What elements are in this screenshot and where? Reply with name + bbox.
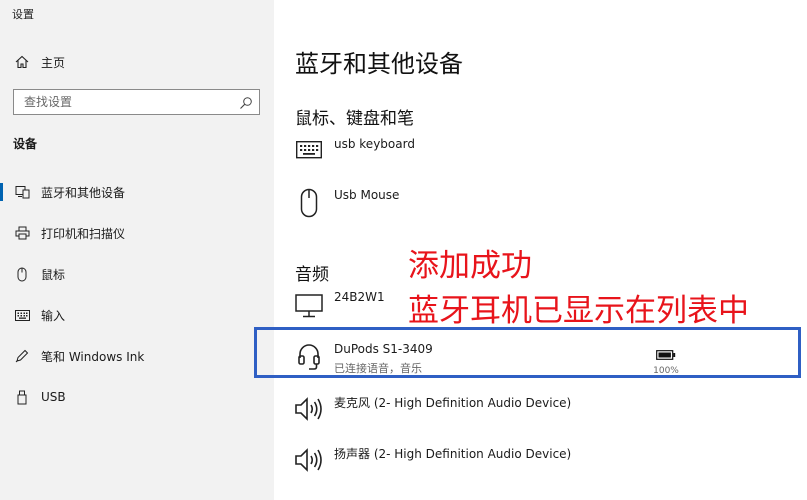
device-item-keyboard[interactable]: usb keyboard — [294, 137, 794, 177]
window-title: 设置 — [12, 8, 34, 21]
sidebar: 设置 主页 设备 蓝牙和其他设备 打印机和扫描仪 鼠标 — [0, 0, 274, 500]
speaker-icon — [294, 445, 324, 479]
selected-indicator — [0, 183, 3, 201]
home-icon — [14, 54, 30, 70]
main-content: 蓝牙和其他设备 鼠标、键盘和笔 usb keyboard Usb Mouse 音… — [274, 0, 807, 500]
sidebar-item-pen[interactable]: 笔和 Windows Ink — [0, 341, 274, 371]
sidebar-item-label: 鼠标 — [41, 267, 66, 282]
sidebar-item-input[interactable]: 输入 — [0, 300, 274, 330]
sidebar-item-bluetooth[interactable]: 蓝牙和其他设备 — [0, 177, 274, 207]
sidebar-item-label: 输入 — [41, 308, 66, 323]
sidebar-item-mouse[interactable]: 鼠标 — [0, 259, 274, 289]
usb-icon — [14, 389, 30, 405]
device-item-microphone[interactable]: 麦克风 (2- High Definition Audio Device) — [294, 394, 794, 434]
device-name: 麦克风 (2- High Definition Audio Device) — [334, 396, 572, 410]
annotation-note: 蓝牙耳机已显示在列表中 — [408, 293, 749, 329]
sidebar-item-label: 蓝牙和其他设备 — [41, 185, 126, 200]
keyboard-icon — [294, 137, 324, 171]
page-title: 蓝牙和其他设备 — [295, 50, 463, 78]
sidebar-item-usb[interactable]: USB — [0, 382, 274, 412]
group-title-audio: 音频 — [295, 265, 329, 285]
device-name: Usb Mouse — [334, 188, 400, 202]
device-name: usb keyboard — [334, 137, 415, 151]
highlight-box — [254, 327, 801, 378]
device-name: 24B2W1 — [334, 290, 385, 304]
sidebar-item-home[interactable]: 主页 — [0, 47, 274, 77]
pen-icon — [14, 348, 30, 364]
device-item-speaker[interactable]: 扬声器 (2- High Definition Audio Device) — [294, 445, 794, 485]
sidebar-item-label: 笔和 Windows Ink — [41, 349, 145, 364]
sidebar-item-printer[interactable]: 打印机和扫描仪 — [0, 218, 274, 248]
search-input[interactable] — [14, 90, 234, 114]
sidebar-item-label: USB — [41, 390, 66, 404]
group-title-input-devices: 鼠标、键盘和笔 — [295, 109, 414, 129]
device-name: 扬声器 (2- High Definition Audio Device) — [334, 447, 572, 461]
sidebar-item-label: 打印机和扫描仪 — [41, 226, 126, 241]
mouse-icon — [294, 188, 324, 222]
printer-icon — [14, 225, 30, 241]
device-item-mouse[interactable]: Usb Mouse — [294, 188, 794, 228]
search-box[interactable] — [13, 89, 260, 115]
sidebar-item-label: 主页 — [41, 55, 66, 70]
monitor-icon — [294, 290, 324, 324]
section-label: 设备 — [13, 137, 38, 151]
mouse-icon — [14, 266, 30, 282]
bluetooth-device-icon — [14, 184, 30, 200]
keyboard-icon — [14, 307, 30, 323]
search-icon[interactable] — [239, 95, 253, 109]
annotation-success: 添加成功 — [408, 248, 532, 284]
speaker-icon — [294, 394, 324, 428]
